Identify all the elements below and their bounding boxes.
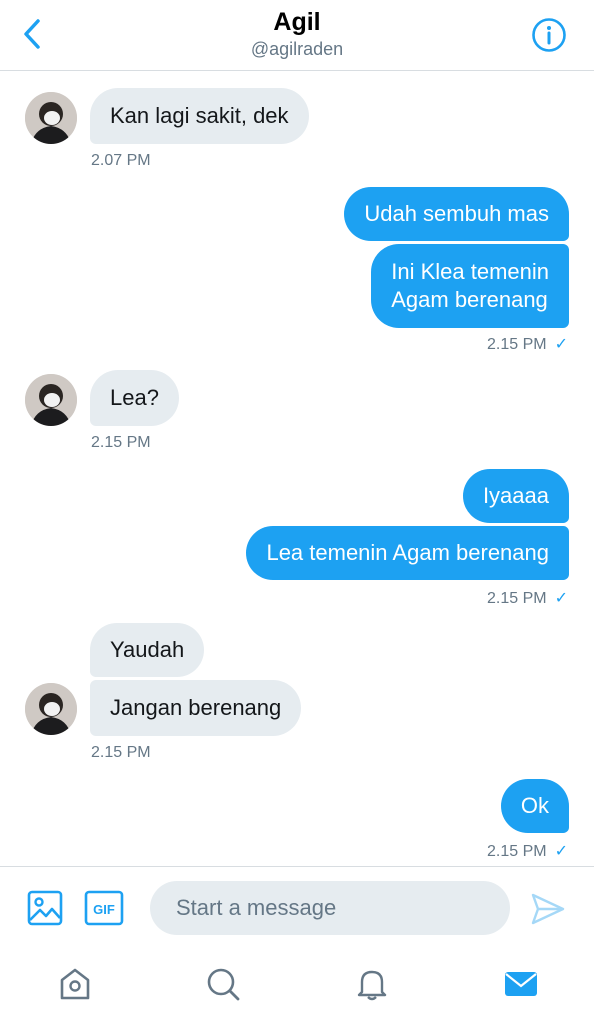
contact-handle: @agilraden [250, 39, 344, 59]
media-button[interactable] [24, 888, 66, 928]
read-check-icon: ✓ [554, 843, 568, 860]
message-composer: GIF [0, 866, 594, 951]
message-text-line: Ini Klea temenin [391, 259, 549, 284]
gif-icon: GIF [84, 890, 124, 926]
read-check-icon: ✓ [554, 336, 568, 353]
avatar[interactable] [25, 374, 77, 426]
search-icon [207, 968, 240, 1001]
message-incoming[interactable]: Yaudah [90, 623, 205, 677]
tab-home[interactable] [53, 962, 97, 1006]
message-text: Udah sembuh mas [364, 201, 549, 226]
mail-icon [505, 972, 537, 996]
message-outgoing[interactable]: Udah sembuh mas [344, 187, 569, 241]
message-text: Ok [520, 793, 549, 818]
timestamp-text: 2.15 PM [487, 590, 547, 607]
info-icon [532, 18, 566, 52]
bottom-tab-bar [0, 950, 594, 1024]
message-text: Jangan berenang [110, 695, 282, 720]
send-button[interactable] [528, 889, 568, 929]
message-incoming[interactable]: Jangan berenang [90, 680, 302, 736]
message-text: Yaudah [110, 637, 185, 662]
message-outgoing[interactable]: Lea temenin Agam berenang [246, 526, 569, 580]
message-incoming[interactable]: Kan lagi sakit, dek [90, 88, 309, 144]
timestamp-text: 2.15 PM [487, 336, 547, 353]
avatar[interactable] [25, 683, 77, 735]
message-timestamp: 2.15 PM [91, 434, 151, 451]
message-text: Iyaaaa [482, 483, 549, 508]
tab-search[interactable] [201, 962, 245, 1006]
message-incoming[interactable]: Lea? [90, 370, 179, 426]
message-text: Kan lagi sakit, dek [110, 103, 289, 128]
gif-button[interactable]: GIF [82, 888, 126, 928]
conversation-header: Agil @agilraden [0, 0, 594, 71]
message-input[interactable] [150, 881, 510, 935]
message-outgoing[interactable]: Iyaaaa [462, 469, 569, 523]
home-icon [60, 968, 90, 1000]
send-icon [531, 893, 565, 925]
message-timestamp: 2.15 PM ✓ [487, 589, 568, 609]
conversation-title[interactable]: Agil @agilraden [0, 6, 594, 60]
message-thread[interactable]: Kan lagi sakit, dek 2.07 PM Udah sembuh … [0, 71, 594, 866]
info-button[interactable] [530, 16, 568, 54]
message-text-line: Agam berenang [391, 287, 548, 312]
bell-icon [357, 970, 387, 1001]
message-timestamp: 2.15 PM ✓ [487, 842, 568, 862]
message-timestamp: 2.15 PM ✓ [487, 335, 568, 355]
gif-label: GIF [93, 902, 115, 917]
message-outgoing[interactable]: Ini Klea temenin Agam berenang [371, 244, 569, 328]
read-check-icon: ✓ [554, 590, 568, 607]
message-timestamp: 2.07 PM [91, 152, 151, 169]
message-text: Lea temenin Agam berenang [266, 540, 549, 565]
timestamp-text: 2.15 PM [487, 843, 547, 860]
tab-messages[interactable] [499, 962, 543, 1006]
message-text: Lea? [110, 385, 159, 410]
image-icon [27, 890, 63, 926]
tab-notifications[interactable] [350, 962, 394, 1006]
avatar[interactable] [25, 92, 77, 144]
message-outgoing[interactable]: Ok [500, 779, 569, 833]
contact-name: Agil [273, 8, 321, 36]
message-timestamp: 2.15 PM [91, 744, 151, 761]
